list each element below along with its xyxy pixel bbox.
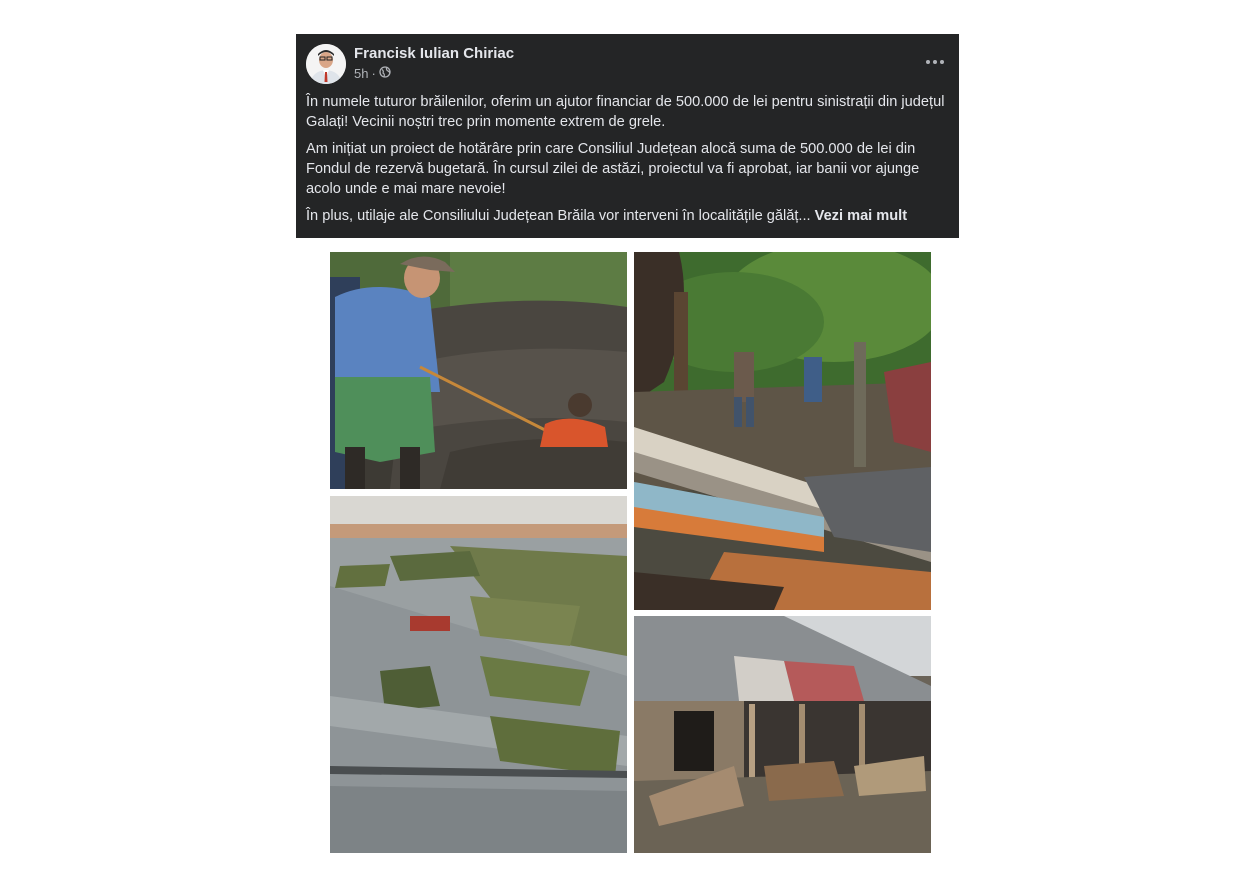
more-horizontal-icon (926, 60, 944, 64)
post-time[interactable]: 5h (354, 66, 368, 81)
post-text: În numele tuturor brăilenilor, oferim un… (306, 92, 946, 233)
photo-debris-yard[interactable] (634, 252, 931, 610)
author-avatar[interactable] (306, 44, 346, 84)
facebook-post: Francisk Iulian Chiriac 5h · În numele t… (296, 34, 959, 238)
photo-flood-rescue[interactable] (330, 252, 627, 489)
post-paragraph-text: În plus, utilaje ale Consiliului Județea… (306, 208, 811, 224)
globe-icon[interactable] (379, 66, 391, 81)
photo-aerial-flood[interactable] (330, 496, 627, 853)
see-more-link[interactable]: Vezi mai mult (815, 208, 907, 224)
post-paragraph: Am inițiat un proiect de hotărâre prin c… (306, 141, 920, 197)
post-paragraph: În plus, utilaje ale Consiliului Județea… (306, 206, 946, 226)
meta-separator: · (371, 66, 376, 81)
avatar-portrait-icon (306, 44, 346, 84)
author-name[interactable]: Francisk Iulian Chiriac (354, 45, 514, 62)
post-paragraph: În numele tuturor brăilenilor, oferim un… (306, 94, 945, 130)
photo-gallery (330, 252, 931, 853)
photo-damaged-shed[interactable] (634, 616, 931, 853)
more-options-button[interactable] (923, 52, 947, 72)
post-meta: 5h · (354, 66, 391, 81)
